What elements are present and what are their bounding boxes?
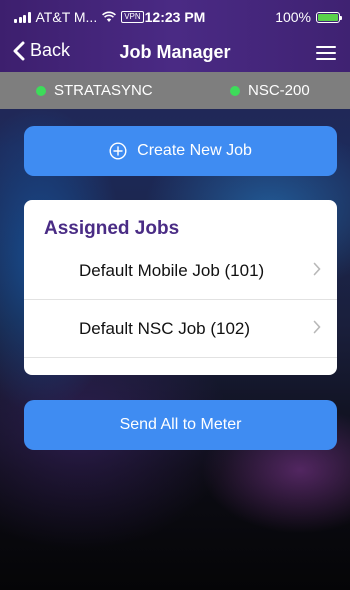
navigation-bar: Back Job Manager [0, 32, 350, 72]
page-title: Job Manager [119, 42, 231, 62]
assigned-jobs-card: Assigned Jobs Default Mobile Job (101) D… [24, 200, 337, 375]
connected-status-dot [36, 85, 46, 96]
create-new-job-button[interactable]: Create New Job [24, 126, 337, 176]
device-name: STRATASYNC [54, 82, 153, 99]
battery-icon [316, 11, 342, 23]
send-all-label: Send All to Meter [119, 416, 242, 433]
device-status-bar: STRATASYNC NSC-200 [0, 72, 350, 109]
battery-fill [318, 13, 338, 21]
status-right: 100% [275, 9, 342, 25]
chevron-right-icon [313, 320, 321, 334]
chevron-right-icon [313, 262, 321, 276]
app-screen: AT&T M... VPN 12:23 PM 100% Back Job Man… [0, 0, 350, 590]
status-bar: AT&T M... VPN 12:23 PM 100% [0, 0, 350, 32]
job-list-item[interactable]: Default Mobile Job (101) [24, 242, 337, 300]
connected-status-dot [230, 85, 240, 96]
device-name: NSC-200 [248, 82, 310, 99]
hamburger-menu-icon[interactable] [316, 46, 336, 60]
send-all-to-meter-button[interactable]: Send All to Meter [24, 400, 337, 450]
job-list-item[interactable]: Default NSC Job (102) [24, 300, 337, 358]
job-label: Default Mobile Job (101) [79, 261, 265, 280]
create-new-job-label: Create New Job [137, 142, 252, 159]
battery-percent: 100% [275, 9, 311, 25]
plus-circle-icon [109, 142, 127, 160]
job-label: Default NSC Job (102) [79, 319, 251, 338]
device-stratasync: STRATASYNC [36, 82, 153, 99]
assigned-jobs-title: Assigned Jobs [44, 218, 180, 239]
device-nsc-200: NSC-200 [230, 82, 310, 99]
